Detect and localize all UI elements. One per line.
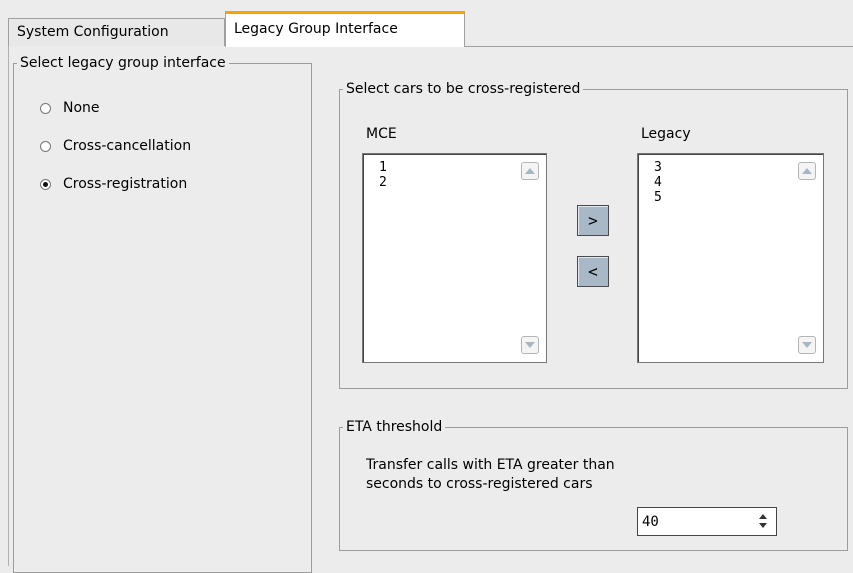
legacy-items: 345 (654, 160, 662, 205)
radio-cross-registration[interactable]: Cross-registration (40, 173, 187, 195)
scroll-down-icon[interactable] (798, 336, 816, 354)
legacy-interface-legend: Select legacy group interface (17, 55, 229, 71)
legacy-label: Legacy (641, 126, 691, 142)
list-item[interactable]: 3 (654, 160, 662, 175)
scroll-up-icon[interactable] (798, 162, 816, 180)
list-item[interactable]: 2 (379, 175, 387, 190)
tab-strip-divider (465, 46, 853, 47)
radio-cross-registration-circle[interactable] (40, 178, 51, 190)
list-item[interactable]: 4 (654, 175, 662, 190)
radio-cross-cancellation-label: Cross-cancellation (63, 138, 192, 154)
mce-items: 12 (379, 160, 387, 190)
list-item[interactable]: 1 (379, 160, 387, 175)
legacy-listbox[interactable]: 345 (637, 153, 824, 363)
tab-legacy-group-interface[interactable]: Legacy Group Interface (225, 11, 465, 47)
move-to-mce-button[interactable]: < (577, 256, 609, 287)
radio-cross-cancellation-circle[interactable] (40, 140, 51, 152)
scroll-up-icon[interactable] (521, 162, 539, 180)
eta-threshold-input[interactable] (642, 512, 742, 532)
eta-threshold-legend: ETA threshold (343, 419, 446, 435)
move-to-legacy-button[interactable]: > (577, 205, 609, 236)
radio-cross-registration-label: Cross-registration (63, 176, 188, 192)
mce-label: MCE (366, 126, 397, 142)
radio-none[interactable]: None (40, 97, 100, 119)
spinner-buttons[interactable] (756, 512, 770, 531)
spin-up-icon[interactable] (756, 512, 770, 521)
content-left-edge (8, 46, 9, 566)
scroll-down-icon[interactable] (521, 336, 539, 354)
radio-cross-cancellation[interactable]: Cross-cancellation (40, 135, 191, 157)
spin-down-icon[interactable] (756, 521, 770, 530)
cross-register-legend: Select cars to be cross-registered (343, 81, 584, 97)
tab-system-configuration[interactable]: System Configuration (8, 18, 225, 46)
radio-none-circle[interactable] (40, 102, 51, 114)
list-item[interactable]: 5 (654, 190, 662, 205)
eta-text-line1: Transfer calls with ETA greater than (366, 457, 615, 473)
radio-none-label: None (63, 100, 100, 116)
eta-threshold-spinner[interactable] (637, 507, 777, 536)
mce-listbox[interactable]: 12 (362, 153, 547, 363)
eta-text-line2: seconds to cross-registered cars (366, 476, 593, 492)
